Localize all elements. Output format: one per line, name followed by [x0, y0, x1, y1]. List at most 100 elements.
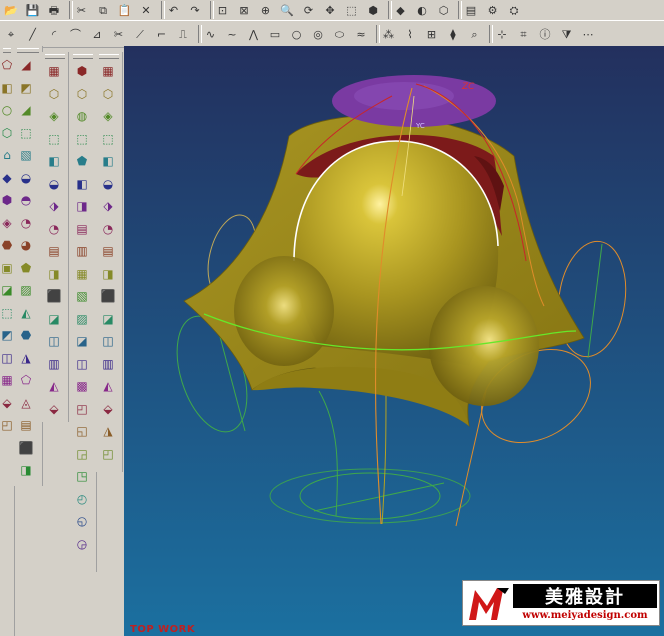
palette-tool-button[interactable]: ◓: [15, 189, 37, 211]
point-button[interactable]: ⌖: [2, 25, 20, 43]
palette-tool-button[interactable]: ▣: [1, 257, 13, 279]
palette-tool-button[interactable]: ⬢: [71, 60, 93, 82]
palette-tool-button[interactable]: ⬚: [97, 128, 119, 150]
view-orient-button[interactable]: ⬢: [364, 1, 382, 19]
palette-grip[interactable]: [17, 48, 39, 53]
palette-tool-button[interactable]: ◧: [1, 77, 13, 99]
palette-tool-button[interactable]: ⬛: [43, 285, 65, 307]
palette-tool-button[interactable]: ◵: [71, 510, 93, 532]
palette-tool-button[interactable]: ◪: [1, 279, 13, 301]
trim-button[interactable]: ✂: [110, 25, 128, 43]
palette-tool-button[interactable]: ⬡: [97, 83, 119, 105]
line-button[interactable]: ╱: [24, 25, 42, 43]
palette-tool-button[interactable]: ⬣: [15, 324, 37, 346]
palette-tool-button[interactable]: ◳: [71, 465, 93, 487]
palette-tool-button[interactable]: ◨: [43, 263, 65, 285]
palette-tool-button[interactable]: ◬: [15, 392, 37, 414]
palette-tool-button[interactable]: ◔: [15, 212, 37, 234]
palette-tool-button[interactable]: ⬠: [15, 369, 37, 391]
palette-tool-button[interactable]: ◶: [71, 533, 93, 555]
palette-tool-button[interactable]: ▨: [15, 279, 37, 301]
palette-grip[interactable]: [99, 54, 119, 59]
palette-tool-button[interactable]: ◔: [97, 218, 119, 240]
fillet-button[interactable]: ⌒: [67, 25, 85, 43]
palette-tool-button[interactable]: ▤: [71, 218, 93, 240]
ellipse-button[interactable]: ⬭: [331, 25, 349, 43]
polyline-button[interactable]: ⋀: [245, 25, 263, 43]
palette-tool-button[interactable]: ◢: [15, 54, 37, 76]
rectangle-button[interactable]: ▭: [266, 25, 284, 43]
palette-tool-button[interactable]: ◈: [1, 212, 13, 234]
graphics-viewport[interactable]: ZC YC: [124, 46, 664, 636]
palette-grip[interactable]: [45, 54, 65, 59]
palette-tool-button[interactable]: ◫: [71, 353, 93, 375]
palette-tool-button[interactable]: ○: [1, 99, 13, 121]
circle-button[interactable]: ○: [288, 25, 306, 43]
palette-tool-button[interactable]: ⬗: [43, 195, 65, 217]
palette-tool-button[interactable]: ⬙: [97, 398, 119, 420]
palette-tool-button[interactable]: ◢: [15, 99, 37, 121]
wireframe-button[interactable]: ⬡: [435, 1, 453, 19]
palette-tool-button[interactable]: ◈: [97, 105, 119, 127]
palette-tool-button[interactable]: ⬛: [97, 285, 119, 307]
corner-button[interactable]: ⌐: [153, 25, 171, 43]
palette-tool-button[interactable]: ⬠: [1, 54, 13, 76]
palette-tool-button[interactable]: ⬚: [71, 128, 93, 150]
palette-tool-button[interactable]: ◫: [1, 347, 13, 369]
rotate-button[interactable]: ⟳: [300, 1, 318, 19]
palette-grip[interactable]: [3, 48, 11, 53]
palette-tool-button[interactable]: ◕: [15, 234, 37, 256]
snap-button[interactable]: ⊹: [493, 25, 511, 43]
palette-tool-button[interactable]: ⬚: [43, 128, 65, 150]
palette-tool-button[interactable]: ▤: [97, 240, 119, 262]
offset-button[interactable]: ⊿: [88, 25, 106, 43]
palette-tool-button[interactable]: ◪: [71, 330, 93, 352]
circle-center-button[interactable]: ◎: [309, 25, 327, 43]
analyze-button[interactable]: ⌕: [466, 25, 484, 43]
render-button[interactable]: ◐: [413, 1, 431, 19]
palette-tool-button[interactable]: ◧: [97, 150, 119, 172]
palette-grip[interactable]: [73, 54, 93, 59]
palette-tool-button[interactable]: ⬚: [15, 122, 37, 144]
palette-tool-button[interactable]: ⬗: [97, 195, 119, 217]
layer-button[interactable]: ▤: [462, 1, 480, 19]
palette-tool-button[interactable]: ▧: [71, 285, 93, 307]
measure-button[interactable]: ⌗: [515, 25, 533, 43]
assembly-button[interactable]: ⛭: [505, 1, 523, 19]
palette-tool-button[interactable]: ◮: [15, 347, 37, 369]
palette-tool-button[interactable]: ⬡: [71, 83, 93, 105]
zoom-fit-button[interactable]: ⊡: [214, 1, 232, 19]
palette-tool-button[interactable]: ◭: [97, 375, 119, 397]
palette-tool-button[interactable]: ⬟: [71, 150, 93, 172]
palette-tool-button[interactable]: ◪: [43, 308, 65, 330]
palette-tool-button[interactable]: ▨: [71, 308, 93, 330]
print-button[interactable]: 🖶: [45, 1, 63, 19]
curve-button[interactable]: ∿: [202, 25, 220, 43]
spline-button[interactable]: ~: [223, 25, 241, 43]
palette-tool-button[interactable]: ◨: [71, 195, 93, 217]
view-box-button[interactable]: ⬚: [343, 1, 361, 19]
save-button[interactable]: 💾: [24, 1, 42, 19]
palette-tool-button[interactable]: ◫: [43, 330, 65, 352]
palette-tool-button[interactable]: ◒: [43, 173, 65, 195]
palette-tool-button[interactable]: ▦: [1, 369, 13, 391]
palette-tool-button[interactable]: ◨: [15, 459, 37, 481]
palette-tool-button[interactable]: ▥: [97, 353, 119, 375]
pan-button[interactable]: ✥: [321, 1, 339, 19]
blend-button[interactable]: ⌇: [401, 25, 419, 43]
part-nav-button[interactable]: ⚙: [484, 1, 502, 19]
model-canvas[interactable]: ZC YC: [124, 46, 664, 636]
wave-button[interactable]: ≈: [352, 25, 370, 43]
palette-tool-button[interactable]: ◮: [97, 420, 119, 442]
section-button[interactable]: ⊞: [423, 25, 441, 43]
palette-tool-button[interactable]: ▤: [15, 414, 37, 436]
info-button[interactable]: ⓘ: [536, 25, 554, 43]
palette-tool-button[interactable]: ▧: [15, 144, 37, 166]
palette-tool-button[interactable]: ◍: [71, 105, 93, 127]
palette-tool-button[interactable]: ▦: [97, 60, 119, 82]
palette-tool-button[interactable]: ▦: [43, 60, 65, 82]
mirror-button[interactable]: ⎍: [174, 25, 192, 43]
palette-tool-button[interactable]: ◰: [1, 414, 13, 436]
arc-button[interactable]: ◜: [45, 25, 63, 43]
palette-tool-button[interactable]: ◒: [97, 173, 119, 195]
